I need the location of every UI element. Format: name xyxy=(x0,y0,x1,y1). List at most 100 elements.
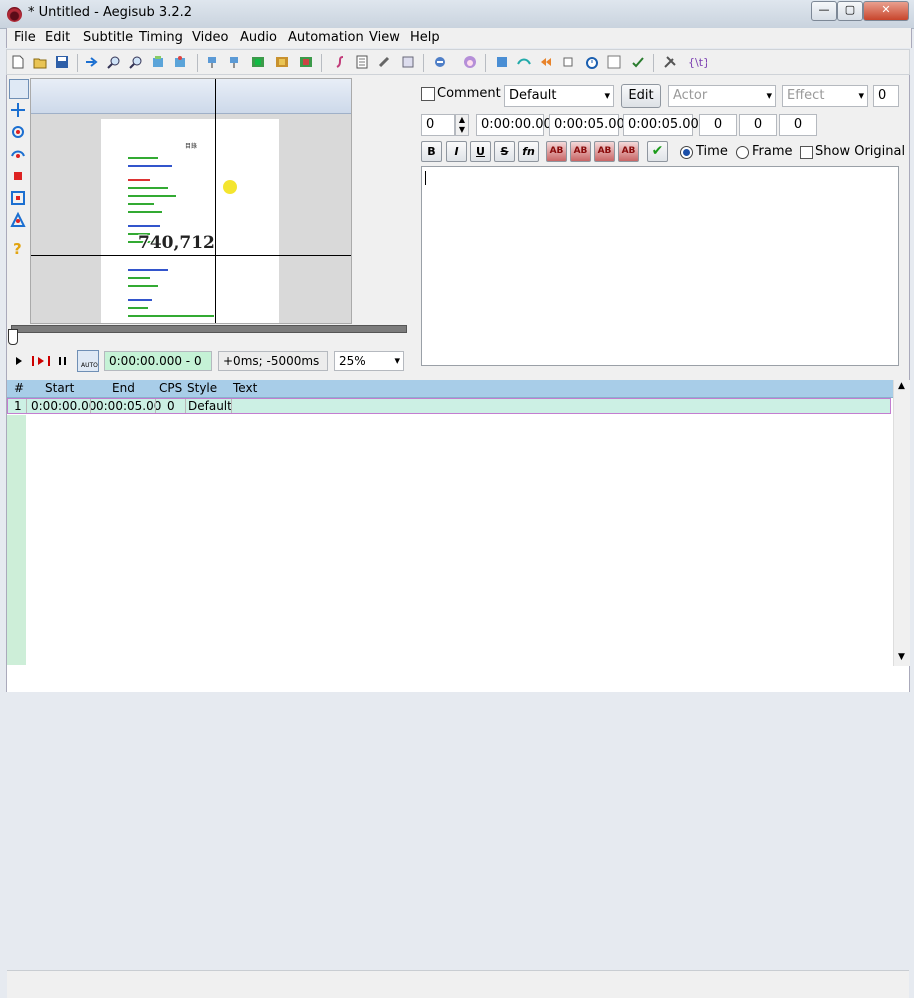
page-text-line xyxy=(128,157,158,159)
pause-icon[interactable] xyxy=(57,353,69,369)
time-radio[interactable] xyxy=(680,146,693,159)
vector-clip-tool-icon[interactable] xyxy=(9,211,27,229)
close-button[interactable]: ✕ xyxy=(863,1,909,21)
auto-scroll-toggle[interactable]: AUTO xyxy=(77,350,99,372)
scroll-up-icon[interactable]: ▲ xyxy=(898,381,905,391)
standard-tool-icon[interactable] xyxy=(9,79,29,99)
video-time-field[interactable]: 0:00:00.000 - 0 xyxy=(104,351,212,371)
menu-file[interactable]: File xyxy=(14,30,36,45)
attachments-icon[interactable] xyxy=(377,55,391,69)
aegisub-app-icon[interactable] xyxy=(7,7,22,22)
keyframe-film-icon[interactable] xyxy=(251,55,265,69)
video-seek-bar[interactable] xyxy=(11,325,407,333)
select-lines-icon[interactable] xyxy=(607,55,621,69)
video-seek-thumb[interactable] xyxy=(8,329,18,345)
frame-radio[interactable] xyxy=(736,146,749,159)
underline-button[interactable]: U xyxy=(470,141,491,162)
strikeout-button[interactable]: S xyxy=(494,141,515,162)
zoom-out-icon[interactable] xyxy=(129,55,143,69)
toolbar-separator xyxy=(197,54,198,72)
show-original-checkbox[interactable] xyxy=(800,146,813,159)
grid-vertical-scrollbar[interactable]: ▲ ▼ xyxy=(893,380,910,666)
grid-header-end: End xyxy=(112,381,135,395)
page-text-line xyxy=(128,165,172,167)
film-frame-icon[interactable] xyxy=(275,55,289,69)
resample-icon[interactable] xyxy=(517,55,531,69)
open-file-icon[interactable] xyxy=(33,55,47,69)
save-file-icon[interactable] xyxy=(55,55,69,69)
column-divider xyxy=(155,399,156,413)
layer-spin-buttons[interactable]: ▲ ▼ xyxy=(455,114,469,136)
margin-vertical-field[interactable]: 0 xyxy=(779,114,817,136)
video-display[interactable]: 目錄 740,712 xyxy=(30,78,352,324)
secondary-color-button[interactable]: AB xyxy=(570,141,591,162)
scroll-down-icon[interactable]: ▼ xyxy=(898,652,905,662)
video-offset-field: +0ms; -5000ms xyxy=(218,351,328,371)
primary-color-button[interactable]: AB xyxy=(546,141,567,162)
drag-tool-icon[interactable] xyxy=(9,101,27,119)
outline-color-button[interactable]: AB xyxy=(594,141,615,162)
translation-assistant-icon[interactable] xyxy=(495,55,509,69)
grid-header: # Start End CPS Style Text xyxy=(7,380,895,398)
clip-tool-icon[interactable] xyxy=(9,189,27,207)
rotate-z-tool-icon[interactable] xyxy=(9,123,27,141)
automation-icon[interactable] xyxy=(433,55,447,69)
minimize-button[interactable]: — xyxy=(811,1,837,21)
duration-field[interactable]: 0:00:05.00 xyxy=(623,114,699,136)
mascot-icon[interactable] xyxy=(463,55,477,69)
page-text-line xyxy=(128,225,160,227)
table-row[interactable]: 1 0:00:00.00 0:00:05.00 0 Default xyxy=(7,398,891,414)
actor-field[interactable]: Actor xyxy=(668,85,776,107)
style-dropdown[interactable]: Default xyxy=(504,85,614,107)
timing-postprocessor-icon[interactable] xyxy=(539,55,553,69)
menu-help[interactable]: Help xyxy=(410,30,440,45)
properties-icon[interactable] xyxy=(355,55,369,69)
options-tools-icon[interactable] xyxy=(663,55,677,69)
film-strip-icon[interactable] xyxy=(299,55,313,69)
video-zoom-dropdown[interactable]: 25% xyxy=(334,351,404,371)
fonts-collector-icon[interactable] xyxy=(401,55,415,69)
margin-left-field[interactable]: 0 xyxy=(699,114,737,136)
styles-manager-icon[interactable] xyxy=(333,55,347,69)
play-icon[interactable] xyxy=(13,353,25,369)
menu-video[interactable]: Video xyxy=(192,30,228,45)
scale-tool-icon[interactable] xyxy=(9,167,27,185)
edit-style-button[interactable]: Edit xyxy=(621,84,661,108)
margin-right-field[interactable]: 0 xyxy=(739,114,777,136)
open-video-icon[interactable] xyxy=(151,55,165,69)
bold-button[interactable]: B xyxy=(421,141,442,162)
rotate-xy-tool-icon[interactable] xyxy=(9,145,27,163)
snap-start-icon[interactable] xyxy=(205,55,219,69)
start-time-field[interactable]: 0:00:00.00 xyxy=(476,114,552,136)
effect-field[interactable]: Effect xyxy=(782,85,868,107)
play-line-icon[interactable] xyxy=(31,353,51,369)
font-button[interactable]: fn xyxy=(518,141,539,162)
close-video-icon[interactable] xyxy=(173,55,187,69)
menu-timing[interactable]: Timing xyxy=(139,30,183,45)
layer-spin-field[interactable]: 0 xyxy=(421,114,455,136)
kanji-timer-icon[interactable] xyxy=(561,55,575,69)
new-file-icon[interactable] xyxy=(11,55,25,69)
maximize-button[interactable]: ▢ xyxy=(837,1,863,21)
help-icon[interactable]: ? xyxy=(9,239,27,257)
zoom-in-icon[interactable] xyxy=(107,55,121,69)
toolbar-separator xyxy=(423,54,424,72)
italic-button[interactable]: I xyxy=(446,141,467,162)
layer-number-field[interactable]: 0 xyxy=(873,85,899,107)
menu-edit[interactable]: Edit xyxy=(45,30,70,45)
subtitle-text-editor[interactable] xyxy=(421,166,899,366)
menu-view[interactable]: View xyxy=(369,30,400,45)
menu-subtitle[interactable]: Subtitle xyxy=(83,30,133,45)
override-tags-icon[interactable]: {\t} xyxy=(687,55,707,69)
snap-end-icon[interactable] xyxy=(227,55,241,69)
shift-times-icon[interactable] xyxy=(585,55,599,69)
comment-checkbox[interactable] xyxy=(421,87,435,101)
menu-audio[interactable]: Audio xyxy=(240,30,277,45)
commit-button[interactable]: ✔ xyxy=(647,141,668,162)
page-text-line xyxy=(128,269,168,271)
jump-to-icon[interactable] xyxy=(85,55,99,69)
spell-check-icon[interactable] xyxy=(631,55,645,69)
menu-automation[interactable]: Automation xyxy=(288,30,364,45)
end-time-field[interactable]: 0:00:05.00 xyxy=(549,114,625,136)
shadow-color-button[interactable]: AB xyxy=(618,141,639,162)
